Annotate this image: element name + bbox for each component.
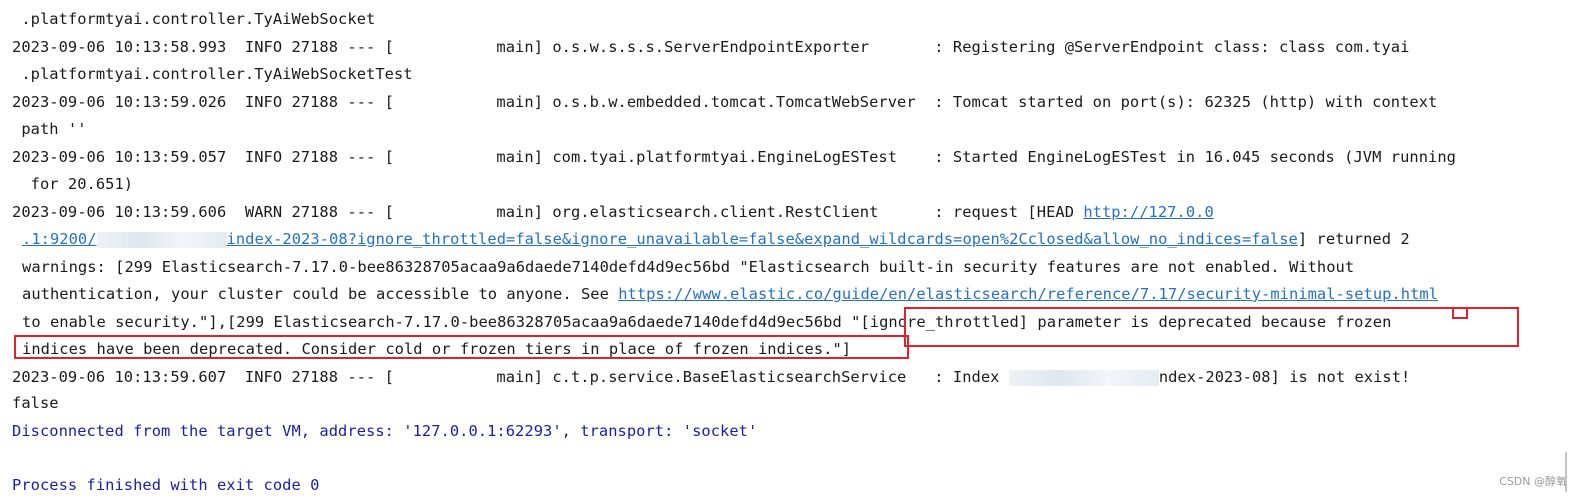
- watermark: CSDN @醇氧: [1499, 475, 1567, 488]
- log-line: 2023-09-06 10:13:59.057 INFO 27188 --- […: [12, 148, 1456, 166]
- elastic-docs-link[interactable]: https://www.elastic.co/guide/en/elastics…: [618, 285, 1438, 303]
- log-line: authentication, your cluster could be ac…: [22, 285, 1438, 303]
- log-line: .platformtyai.controller.TyAiWebSocket: [12, 10, 376, 28]
- request-url-link[interactable]: http://127.0.0: [1083, 203, 1213, 221]
- url-host: .1:9200/: [22, 230, 97, 248]
- log-line: path '': [12, 120, 87, 138]
- log-line: for 20.651): [12, 175, 134, 193]
- log-text: 2023-09-06 10:13:59.607 INFO 27188 --- […: [12, 368, 1009, 386]
- highlight-box: [14, 335, 909, 359]
- log-text: ] returned 2: [1297, 230, 1410, 248]
- log-line: .1:9200/index-2023-08?ignore_throttled=f…: [22, 230, 1410, 248]
- console-output: .platformtyai.controller.TyAiWebSocket 2…: [0, 0, 1581, 501]
- log-text: 2023-09-06 10:13:59.606 WARN 27188 --- […: [12, 203, 1084, 221]
- redacted-block: [1008, 369, 1159, 386]
- url-path: index-2023-08?ignore_throttled=false&ign…: [226, 230, 1298, 248]
- disconnect-message: Disconnected from the target VM, address…: [12, 422, 758, 440]
- log-line: .platformtyai.controller.TyAiWebSocketTe…: [12, 65, 413, 83]
- log-text: ndex-2023-08] is not exist!: [1158, 368, 1411, 386]
- highlight-box: [904, 307, 1519, 347]
- exit-message: Process finished with exit code 0: [12, 476, 320, 494]
- log-line: warnings: [299 Elasticsearch-7.17.0-bee8…: [22, 258, 1355, 276]
- log-line: 2023-09-06 10:13:58.993 INFO 27188 --- […: [12, 38, 1410, 56]
- log-text: authentication, your cluster could be ac…: [22, 285, 619, 303]
- highlight-marker: [1452, 307, 1468, 319]
- log-line-warn: 2023-09-06 10:13:59.606 WARN 27188 --- […: [12, 203, 1214, 221]
- log-line: 2023-09-06 10:13:59.607 INFO 27188 --- […: [12, 368, 1410, 386]
- log-line: false: [12, 394, 59, 412]
- redacted-block: [96, 231, 227, 248]
- request-url-link-cont[interactable]: .1:9200/index-2023-08?ignore_throttled=f…: [22, 230, 1298, 248]
- log-line: 2023-09-06 10:13:59.026 INFO 27188 --- […: [12, 93, 1438, 111]
